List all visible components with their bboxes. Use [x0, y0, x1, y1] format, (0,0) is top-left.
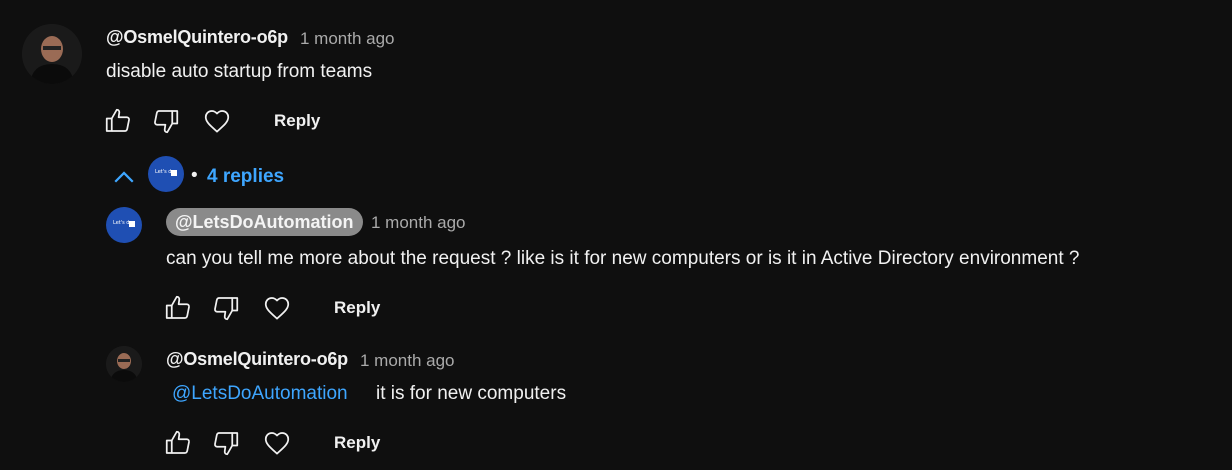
heart-icon[interactable]	[202, 106, 232, 136]
mention-link[interactable]: @LetsDoAutomation	[172, 383, 348, 405]
reply-button[interactable]: Reply	[334, 433, 380, 453]
comment-text: disable auto startup from teams	[106, 61, 373, 82]
dislike-icon[interactable]	[151, 106, 181, 136]
heart-icon[interactable]	[262, 293, 292, 323]
chevron-up-icon[interactable]	[109, 163, 137, 191]
dislike-icon[interactable]	[211, 428, 241, 458]
replies-separator: •	[191, 165, 198, 186]
like-icon[interactable]	[163, 428, 193, 458]
replies-count-toggle[interactable]: 4 replies	[207, 166, 284, 188]
reply-time[interactable]: 1 month ago	[371, 213, 466, 233]
replier-avatar: Let's do	[148, 156, 184, 192]
reply-button[interactable]: Reply	[274, 111, 320, 131]
avatar[interactable]	[22, 24, 82, 84]
reply-time[interactable]: 1 month ago	[360, 351, 455, 371]
comment-time[interactable]: 1 month ago	[300, 29, 395, 49]
like-icon[interactable]	[163, 293, 193, 323]
like-icon[interactable]	[103, 106, 133, 136]
avatar[interactable]: Let's do	[106, 207, 142, 243]
reply-text: it is for new computers	[376, 383, 567, 404]
reply-author-badge[interactable]: @LetsDoAutomation	[166, 208, 363, 236]
reply-author[interactable]: @OsmelQuintero-o6p	[166, 349, 348, 370]
reply-text: can you tell me more about the request ?…	[166, 248, 1080, 269]
reply-button[interactable]: Reply	[334, 298, 380, 318]
comment-author[interactable]: @OsmelQuintero-o6p	[106, 27, 288, 48]
heart-icon[interactable]	[262, 428, 292, 458]
avatar[interactable]	[106, 346, 142, 382]
dislike-icon[interactable]	[211, 293, 241, 323]
